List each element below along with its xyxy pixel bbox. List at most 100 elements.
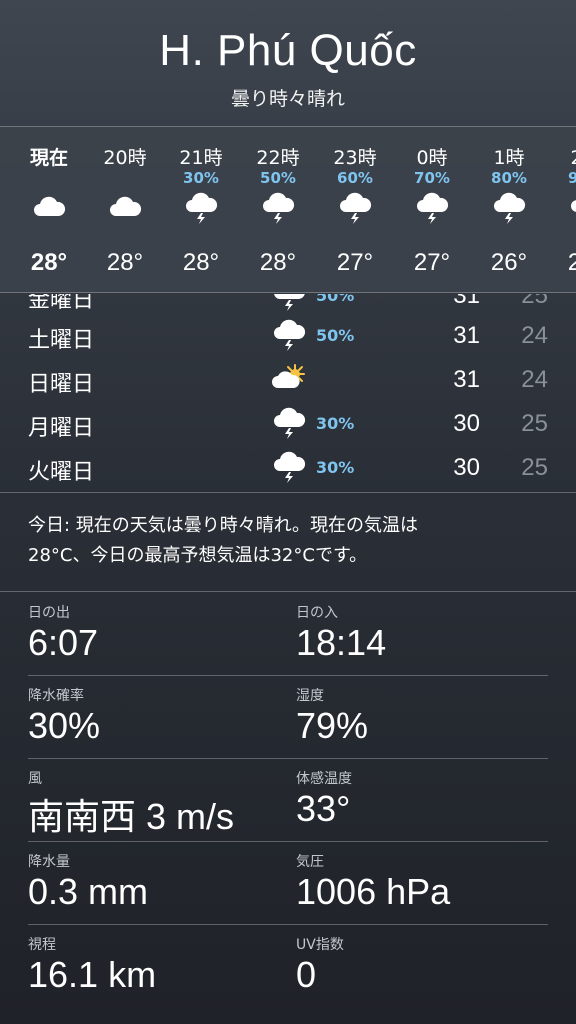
detail-row: 降水量 0.3 mm 気圧 1006 hPa xyxy=(28,841,548,925)
hour-column: 23時 60% 27° xyxy=(318,127,392,292)
hour-column: 20時 28° xyxy=(88,127,162,292)
day-low-temp: 25 xyxy=(521,454,548,481)
detail-cell-right: 体感温度 33° xyxy=(296,758,556,842)
detail-cell-left: 風南南西 3 m/s xyxy=(28,758,288,842)
detail-value: 0.3 mm xyxy=(28,871,149,912)
thunderstorm-icon xyxy=(183,191,219,225)
detail-label: 日の出 xyxy=(28,605,70,621)
daily-row: 火曜日 30% 30 25 xyxy=(0,446,576,490)
hour-temperature: 28° xyxy=(259,249,297,276)
thunderstorm-icon xyxy=(337,191,373,225)
detail-cell-left: 日の出 6:07 xyxy=(28,592,288,676)
hour-time: 23時 xyxy=(333,147,377,169)
detail-cell-right: 気圧 1006 hPa xyxy=(296,841,556,925)
cloud-icon xyxy=(31,191,67,225)
day-name: 月曜日 xyxy=(28,416,95,441)
hour-column: 2時90% 26° xyxy=(549,127,576,292)
thunderstorm-icon xyxy=(271,294,307,312)
day-high-temp: 30 xyxy=(453,454,480,481)
day-precip-chance: 30% xyxy=(316,414,355,433)
detail-label: 湿度 xyxy=(296,688,324,704)
day-low-temp: 24 xyxy=(521,366,548,393)
hour-time: 0時 xyxy=(416,147,448,169)
detail-label: UV指数 xyxy=(296,937,344,953)
day-high-temp: 30 xyxy=(453,410,480,437)
summary-line-1: 今日: 現在の天気は曇り時々晴れ。現在の気温は xyxy=(28,515,418,536)
day-low-temp: 24 xyxy=(521,322,548,349)
partly-sunny-icon xyxy=(271,362,307,396)
hour-precip-chance: 50% xyxy=(260,169,296,187)
thunderstorm-icon xyxy=(271,450,307,484)
detail-label: 風 xyxy=(28,771,42,787)
day-name: 火曜日 xyxy=(28,460,95,485)
hour-time: 1時 xyxy=(493,147,525,169)
hour-precip-chance: 70% xyxy=(414,169,450,187)
day-high-temp: 31 xyxy=(453,366,480,393)
detail-value: 33° xyxy=(296,788,351,829)
daily-row: 月曜日 30% 30 25 xyxy=(0,402,576,446)
hour-precip-chance: 60% xyxy=(337,169,373,187)
detail-label: 降水量 xyxy=(28,854,70,870)
day-high-temp: 31 xyxy=(453,294,480,309)
thunderstorm-icon xyxy=(271,318,307,352)
day-precip-chance: 30% xyxy=(316,458,355,477)
hour-time: 22時 xyxy=(256,147,300,169)
hour-time: 21時 xyxy=(179,147,223,169)
detail-row: 風南南西 3 m/s 体感温度 33° xyxy=(28,758,548,842)
summary-line-2: 28°C、今日の最高予想気温は32°Cです。 xyxy=(28,545,368,566)
hour-temperature: 26° xyxy=(549,249,576,277)
hour-time: 20時 xyxy=(103,147,147,169)
day-precip-chance: 50% xyxy=(316,326,355,345)
day-name: 日曜日 xyxy=(28,372,95,397)
detail-value: 30% xyxy=(28,705,101,746)
hourly-forecast[interactable]: 現在 28° 20時 28° 21時 30% 28° 22時 50% 28° 23時 60% 27° 0時… xyxy=(0,126,576,293)
hour-column: 0時 70% 27° xyxy=(395,127,469,292)
hour-temperature: 27° xyxy=(336,249,374,276)
detail-cell-left: 視程 16.1 km xyxy=(28,924,288,1008)
detail-label: 降水確率 xyxy=(28,688,84,704)
detail-value: 南南西 3 m/s xyxy=(28,796,235,837)
detail-value: 6:07 xyxy=(28,622,99,663)
hour-temperature: 27° xyxy=(413,249,451,276)
today-summary: 今日: 現在の天気は曇り時々晴れ。現在の気温は 28°C、今日の最高予想気温は3… xyxy=(0,492,576,592)
detail-value: 1006 hPa xyxy=(296,871,451,912)
day-precip-chance: 50% xyxy=(316,294,355,305)
thunderstorm-icon xyxy=(491,191,527,225)
detail-cell-left: 降水確率 30% xyxy=(28,675,288,759)
day-low-temp: 25 xyxy=(521,410,548,437)
thunderstorm-icon xyxy=(568,191,576,225)
detail-value: 79% xyxy=(296,705,369,746)
detail-value: 18:14 xyxy=(296,622,387,663)
detail-label: 日の入 xyxy=(296,605,338,621)
hour-temperature: 26° xyxy=(490,249,528,276)
daily-row: 土曜日 50% 31 24 xyxy=(0,314,576,358)
hour-column: 22時 50% 28° xyxy=(241,127,315,292)
city-name: H. Phú Quốc xyxy=(159,26,417,75)
hour-precip-chance: 30% xyxy=(183,169,219,187)
detail-cell-right: 湿度 79% xyxy=(296,675,556,759)
hour-precip-chance: 90% xyxy=(549,169,576,187)
hour-column: 現在 28° xyxy=(12,127,86,292)
hour-column: 21時 30% 28° xyxy=(164,127,238,292)
day-name: 金曜日 xyxy=(28,294,95,313)
detail-row: 視程 16.1 km UV指数 0 xyxy=(28,924,548,1008)
detail-row: 日の出 6:07 日の入 18:14 xyxy=(28,592,548,676)
day-high-temp: 31 xyxy=(453,322,480,349)
daily-row: 日曜日 31 24 xyxy=(0,358,576,402)
day-low-temp: 25 xyxy=(521,294,548,309)
detail-cell-left: 降水量 0.3 mm xyxy=(28,841,288,925)
hour-temperature: 28° xyxy=(30,249,68,276)
detail-label: 気圧 xyxy=(296,854,324,870)
detail-cell-right: UV指数 0 xyxy=(296,924,556,1008)
weather-details: 日の出 6:07 日の入 18:14 降水確率 30% 湿度 79% 風南南西 3 m/s 体感温… xyxy=(0,592,576,1024)
location-header: H. Phú Quốc 曇り時々晴れ xyxy=(0,0,576,126)
cloud-icon xyxy=(107,191,143,225)
detail-value: 0 xyxy=(296,954,317,995)
hour-temperature: 28° xyxy=(182,249,220,276)
detail-value: 16.1 km xyxy=(28,954,157,995)
detail-cell-right: 日の入 18:14 xyxy=(296,592,556,676)
thunderstorm-icon xyxy=(414,191,450,225)
detail-row: 降水確率 30% 湿度 79% xyxy=(28,675,548,759)
current-condition: 曇り時々晴れ xyxy=(230,88,345,110)
daily-forecast[interactable]: 金曜日 50% 31 25 土曜日 50% 31 24 日曜日 31 24 月曜日 30% 30 25 火曜日… xyxy=(0,294,576,491)
